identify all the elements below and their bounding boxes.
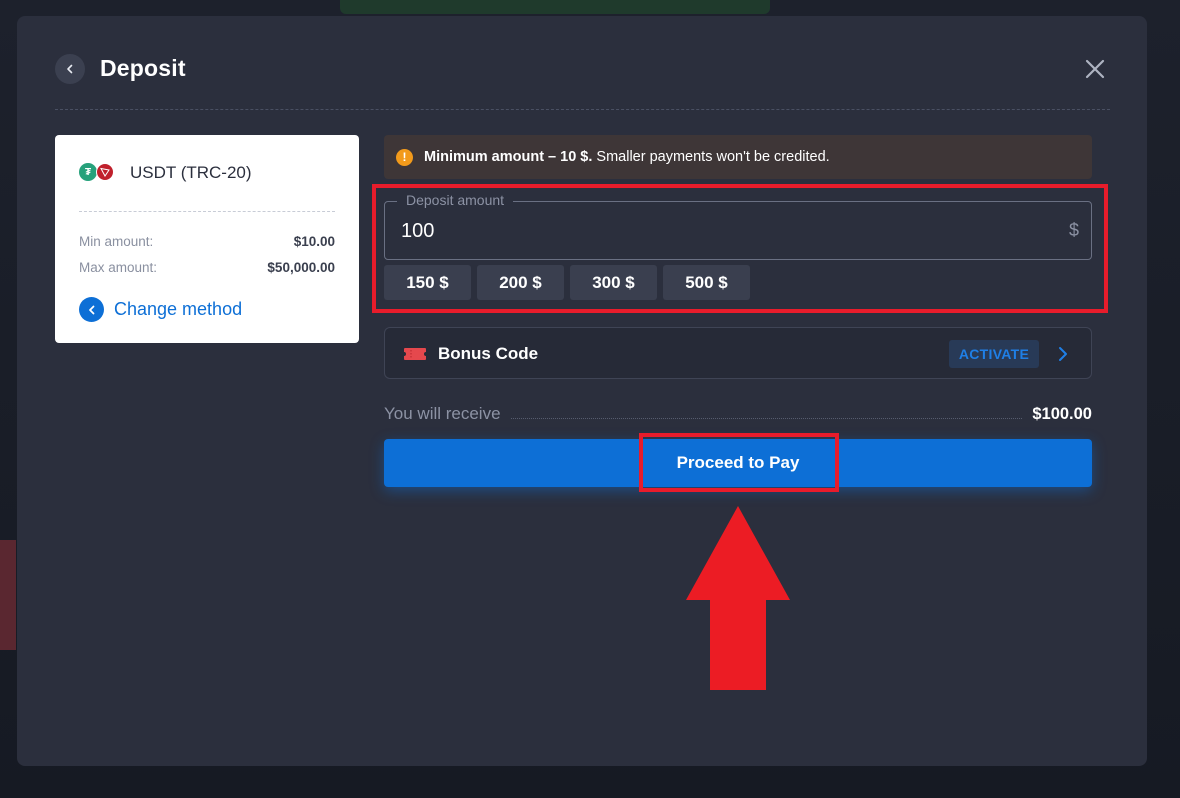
- header-divider: [55, 109, 1110, 110]
- background-strip: [340, 0, 770, 14]
- max-amount-row: Max amount: $50,000.00: [79, 260, 335, 275]
- warning-text: Smaller payments won't be credited.: [596, 149, 830, 165]
- payment-method-card: ₮ USDT (TRC-20) Min amount: $10.00 Max a…: [55, 135, 359, 343]
- receive-value: $100.00: [1032, 405, 1092, 423]
- receive-dotted-leader: [510, 418, 1023, 419]
- max-amount-value: $50,000.00: [267, 260, 335, 275]
- arrow-up-annotation: [686, 506, 790, 690]
- modal-header: Deposit: [55, 54, 1110, 110]
- receive-row: You will receive $100.00: [384, 402, 1092, 424]
- chevron-right-icon[interactable]: [1053, 344, 1073, 364]
- max-amount-label: Max amount:: [79, 260, 158, 275]
- coin-icons: ₮: [79, 163, 119, 181]
- activate-button[interactable]: ACTIVATE: [949, 340, 1039, 368]
- min-amount-value: $10.00: [293, 234, 335, 249]
- chevron-left-icon: [79, 297, 104, 322]
- modal-title: Deposit: [100, 55, 186, 81]
- receive-label: You will receive: [384, 404, 501, 423]
- card-divider: [79, 211, 335, 212]
- ticket-icon: [404, 348, 426, 360]
- chevron-left-icon: [67, 64, 73, 74]
- bonus-code-label: Bonus Code: [438, 344, 539, 363]
- min-amount-label: Min amount:: [79, 234, 154, 249]
- close-icon: [1085, 59, 1105, 79]
- warning-icon: !: [396, 148, 413, 166]
- background-chart-edge: [0, 540, 16, 650]
- method-name: USDT (TRC-20): [130, 163, 252, 182]
- amount-highlight-annotation: [372, 184, 1108, 313]
- tether-icon: ₮: [79, 163, 97, 181]
- change-method-label: Change method: [114, 299, 243, 319]
- deposit-modal: Deposit: [17, 16, 1147, 766]
- warning-bold-text: Minimum amount – 10 $.: [424, 149, 593, 165]
- change-method-link[interactable]: Change method: [79, 297, 242, 322]
- back-button[interactable]: [55, 54, 85, 84]
- bonus-code-row[interactable]: Bonus Code ACTIVATE: [384, 327, 1092, 379]
- close-button[interactable]: [1082, 56, 1108, 82]
- min-amount-row: Min amount: $10.00: [79, 234, 335, 249]
- proceed-highlight-annotation: [639, 433, 839, 492]
- minimum-amount-warning: ! Minimum amount – 10 $. Smaller payment…: [384, 135, 1092, 179]
- tron-icon: [96, 163, 114, 181]
